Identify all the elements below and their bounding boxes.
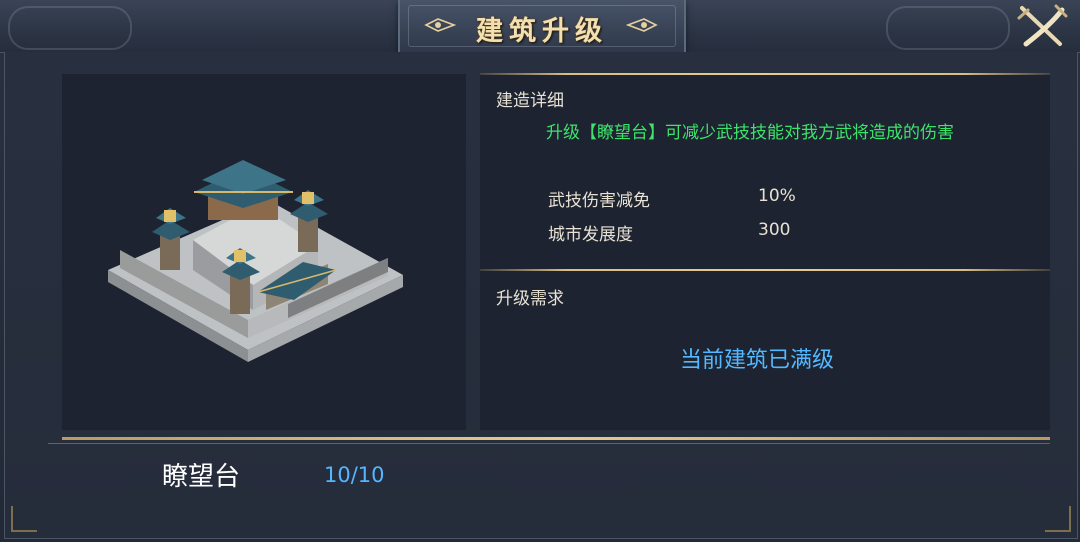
stat-value-skill-damage-reduction: 10% [758, 186, 796, 206]
title-ornament-left-icon [424, 18, 456, 32]
requirements-section-title: 升级需求 [496, 289, 564, 309]
building-name: 瞭望台 [162, 462, 241, 492]
watchtower-building-icon [108, 160, 403, 362]
corner-ornament-bottom-right [1045, 506, 1071, 532]
building-upgrade-window: 建筑升级 瞭望台 10/10 建造详细 升级【瞭望台】可减少武技技能对我方武将造… [0, 0, 1080, 542]
divider-bottom-shadow [48, 443, 1050, 444]
divider-middle [480, 269, 1050, 271]
building-level: 10/10 [324, 463, 385, 487]
divider-top [480, 73, 1050, 75]
corner-ornament-bottom-left [11, 506, 37, 532]
upgrade-description: 升级【瞭望台】可减少武技技能对我方武将造成的伤害 [546, 123, 954, 143]
details-section-title: 建造详细 [496, 91, 564, 111]
close-swords-icon[interactable] [1016, 4, 1068, 50]
cloud-ornament-left [8, 6, 132, 50]
building-preview-panel: 瞭望台 10/10 [62, 74, 466, 492]
stat-label-skill-damage-reduction: 武技伤害减免 [548, 191, 650, 211]
stat-value-city-development: 300 [758, 220, 791, 240]
divider-bottom [62, 437, 1050, 440]
max-level-status: 当前建筑已满级 [680, 348, 835, 373]
stat-label-city-development: 城市发展度 [548, 225, 633, 245]
cloud-ornament-right [886, 6, 1010, 50]
title-ornament-right-icon [626, 18, 658, 32]
